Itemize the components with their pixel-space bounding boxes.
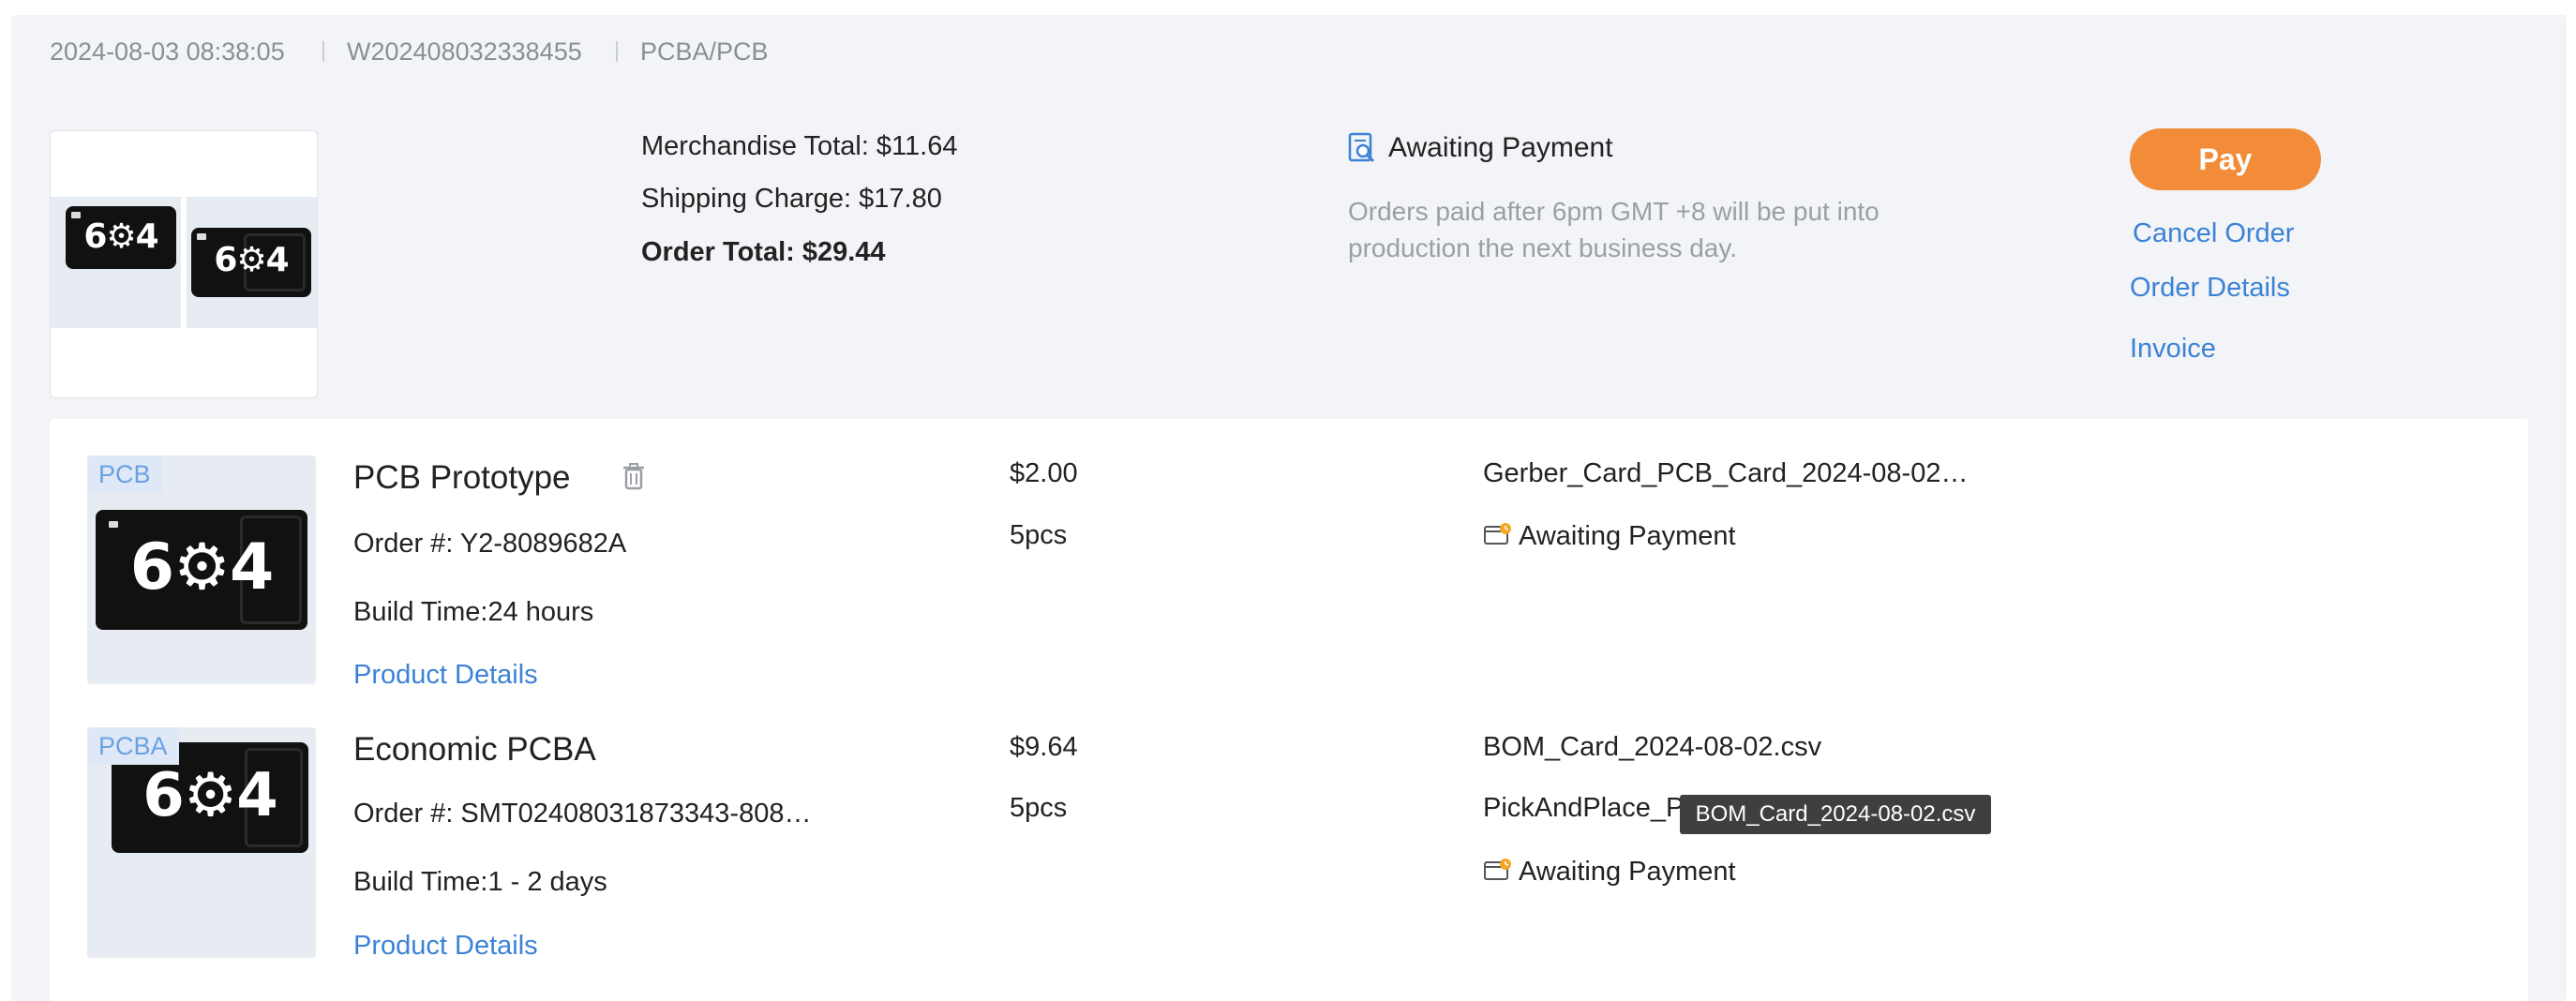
- shipping-charge: Shipping Charge: $17.80: [641, 184, 942, 214]
- order-items-panel: [50, 419, 2528, 1001]
- pcb-board-image: 6⚙4: [66, 206, 176, 269]
- file-name-tooltip: BOM_Card_2024-08-02.csv: [1680, 795, 1991, 834]
- item-file[interactable]: BOM_Card_2024-08-02.csv: [1483, 732, 1821, 763]
- product-details-link[interactable]: Product Details: [353, 660, 538, 691]
- item-file[interactable]: Gerber_Card_PCB_Card_2024-08-02…: [1483, 458, 1968, 489]
- item-status: Awaiting Payment: [1519, 521, 1736, 551]
- item-build-time: Build Time:1 - 2 days: [353, 867, 607, 897]
- order-category: PCBA/PCB: [640, 37, 769, 66]
- divider: [322, 41, 324, 62]
- item-type-tag: PCBA: [87, 727, 179, 765]
- order-status: Awaiting Payment: [1388, 132, 1613, 163]
- invoice-link[interactable]: Invoice: [2130, 334, 2216, 365]
- trash-icon[interactable]: [622, 462, 646, 490]
- item-price: $9.64: [1010, 732, 1078, 762]
- merchandise-total: Merchandise Total: $11.64: [641, 131, 958, 161]
- item-title: Economic PCBA: [353, 731, 596, 768]
- item-file[interactable]: PickAndPlace_P: [1483, 793, 1684, 824]
- divider: [616, 41, 618, 62]
- item-type-tag: PCB: [87, 456, 162, 493]
- item-order-number: Order #: Y2-8089682A: [353, 529, 627, 559]
- item-build-time: Build Time:24 hours: [353, 597, 594, 627]
- item-order-number: Order #: SMT02408031873343-808…: [353, 799, 812, 829]
- order-details-link[interactable]: Order Details: [2130, 273, 2290, 304]
- production-note: Orders paid after 6pm GMT +8 will be put…: [1348, 197, 1880, 262]
- item-price: $2.00: [1010, 458, 1078, 488]
- pcb-board-image: 6⚙4: [96, 510, 307, 630]
- product-details-link[interactable]: Product Details: [353, 931, 538, 962]
- cancel-order-link[interactable]: Cancel Order: [2133, 218, 2294, 249]
- document-search-icon: [1347, 132, 1377, 164]
- item-thumbnail: 6⚙4 PCB: [87, 456, 316, 684]
- item-thumbnail: 6⚙4 PCBA: [87, 727, 316, 958]
- item-status: Awaiting Payment: [1519, 857, 1736, 887]
- order-date: 2024-08-03 08:38:05: [50, 37, 285, 66]
- order-total: Order Total: $29.44: [641, 237, 886, 267]
- item-quantity: 5pcs: [1010, 793, 1068, 823]
- pay-button[interactable]: Pay: [2130, 128, 2321, 190]
- order-number: W202408032338455: [347, 37, 582, 66]
- wallet-clock-icon: [1483, 857, 1513, 883]
- wallet-clock-icon: [1483, 521, 1513, 547]
- item-title: PCB Prototype: [353, 459, 571, 496]
- pcb-board-image: 6⚙4: [191, 228, 311, 297]
- item-quantity: 5pcs: [1010, 520, 1068, 550]
- order-thumbnail: 6⚙4 6⚙4: [50, 130, 318, 398]
